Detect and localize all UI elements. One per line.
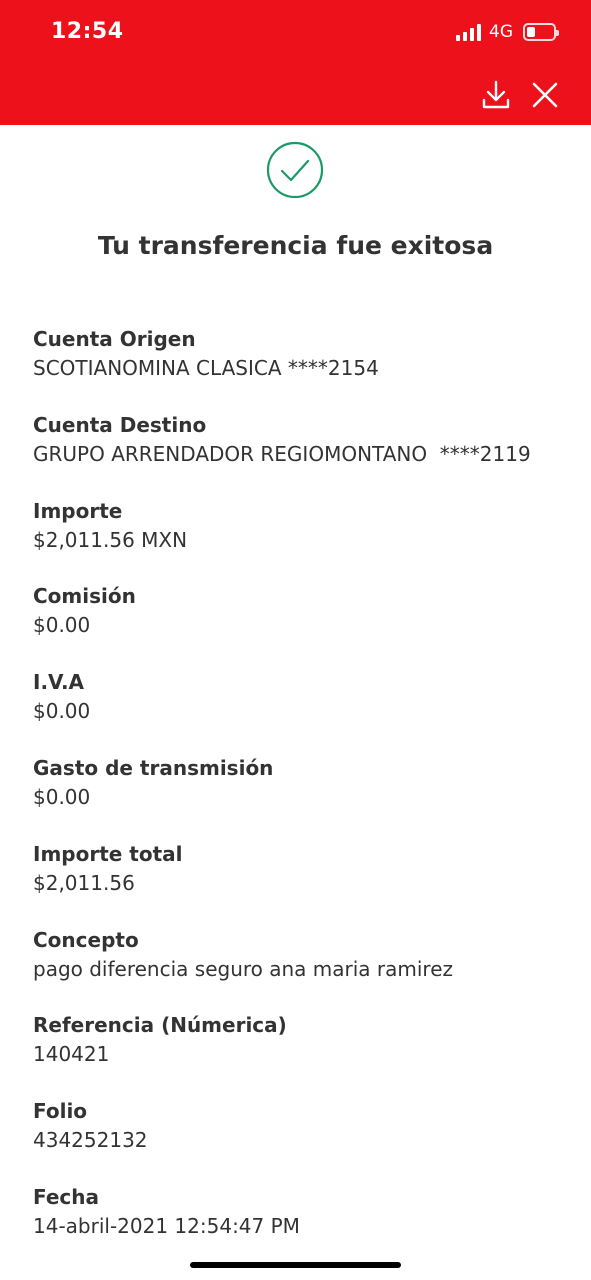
- download-button[interactable]: [479, 78, 513, 112]
- receipt-content: Tu transferencia fue exitosa Cuenta Orig…: [0, 125, 591, 1280]
- detail-label: Folio: [33, 1099, 88, 1124]
- detail-comision: Comisión $0.00: [33, 582, 573, 668]
- detail-label: Cuenta Destino: [33, 412, 207, 437]
- detail-iva: I.V.A $0.00: [33, 668, 573, 754]
- network-type: 4G: [489, 22, 513, 42]
- check-circle-icon: [266, 141, 324, 199]
- detail-concepto: Concepto pago diferencia seguro ana mari…: [33, 926, 573, 1012]
- detail-value: $2,011.56 MXN: [33, 527, 188, 552]
- detail-label: I.V.A: [33, 670, 85, 695]
- detail-label: Gasto de transmisión: [33, 755, 274, 780]
- detail-value: GRUPO ARRENDADOR REGIOMONTANO ****2119: [33, 441, 531, 466]
- battery-icon: [523, 23, 559, 41]
- detail-label: Importe: [33, 498, 123, 523]
- detail-label: Fecha: [33, 1184, 100, 1209]
- detail-fecha: Fecha 14-abril-2021 12:54:47 PM: [33, 1183, 573, 1269]
- detail-label: Comisión: [33, 584, 136, 609]
- home-indicator[interactable]: [190, 1262, 401, 1268]
- detail-value: 434252132: [33, 1128, 148, 1153]
- detail-label: Cuenta Origen: [33, 327, 196, 351]
- detail-value: SCOTIANOMINA CLASICA ****2154: [33, 356, 379, 380]
- battery-level: [527, 27, 535, 37]
- detail-cuenta-destino: Cuenta Destino GRUPO ARRENDADOR REGIOMON…: [33, 411, 573, 497]
- confirmation-title: Tu transferencia fue exitosa: [97, 231, 494, 260]
- download-icon: [482, 80, 510, 109]
- detail-cuenta-origen: Cuenta Origen SCOTIANOMINA CLASICA ****2…: [33, 325, 573, 411]
- detail-importe: Importe $2,011.56 MXN: [33, 497, 573, 583]
- detail-value: $2,011.56: [33, 870, 135, 895]
- detail-folio: Folio 434252132: [33, 1097, 573, 1183]
- detail-gasto-transmision: Gasto de transmisión $0.00: [33, 754, 573, 840]
- close-icon: [532, 82, 558, 108]
- detail-referencia: Referencia (Númerica) 140421: [33, 1011, 573, 1097]
- detail-value: $0.00: [33, 699, 91, 724]
- detail-value: 140421: [33, 1042, 110, 1067]
- transfer-details: Cuenta Origen SCOTIANOMINA CLASICA ****2…: [33, 325, 573, 1269]
- detail-value: $0.00: [33, 613, 91, 638]
- cellular-signal-icon: [456, 24, 482, 41]
- detail-label: Concepto: [33, 927, 139, 952]
- detail-label: Referencia (Númerica): [33, 1013, 287, 1038]
- close-button[interactable]: [528, 78, 562, 112]
- detail-importe-total: Importe total $2,011.56: [33, 840, 573, 926]
- detail-value: $0.00: [33, 784, 91, 809]
- detail-label: Importe total: [33, 841, 183, 866]
- detail-value: 14-abril-2021 12:54:47 PM: [33, 1213, 300, 1238]
- app-header: 12:54 4G: [0, 0, 591, 125]
- detail-value: pago diferencia seguro ana maria ramirez: [33, 956, 454, 981]
- status-time: 12:54: [51, 19, 124, 44]
